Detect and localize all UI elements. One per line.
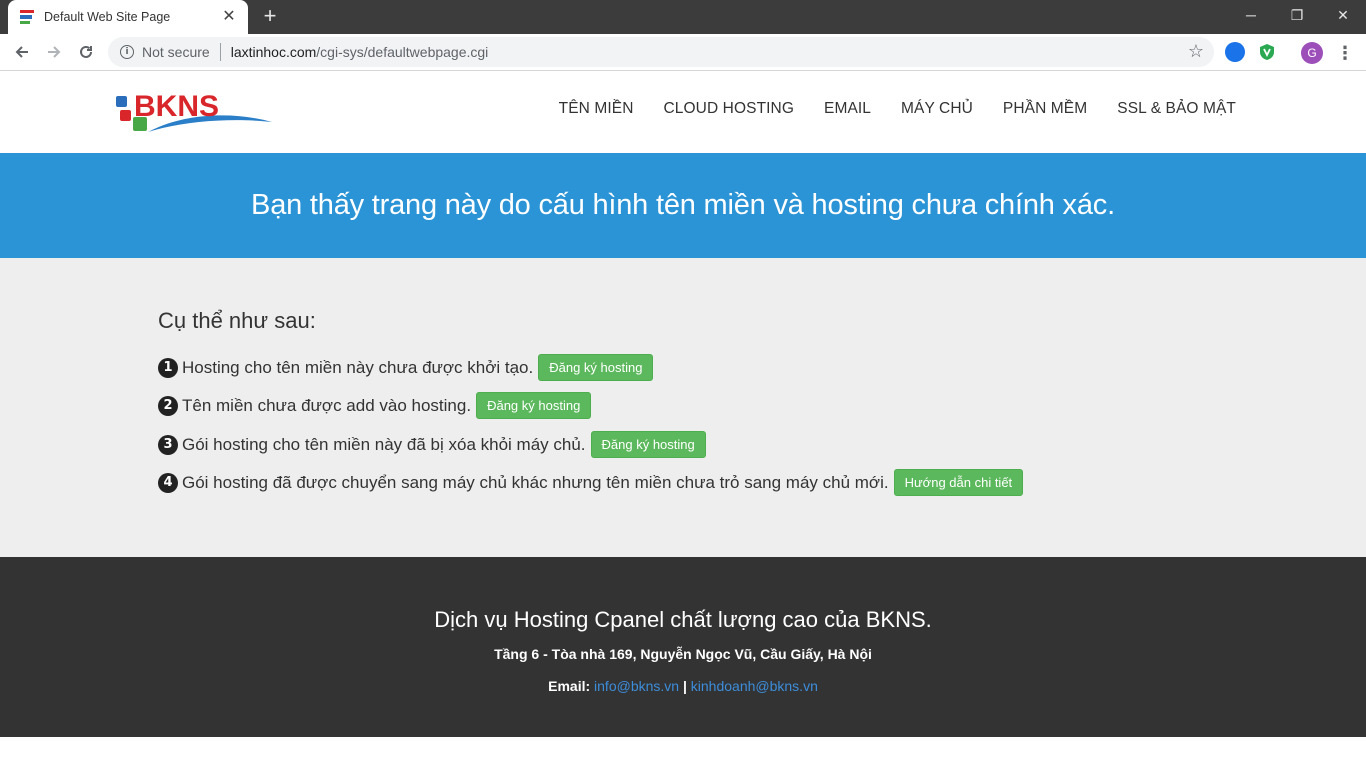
- extension-shield-icon[interactable]: [1257, 42, 1277, 62]
- back-button[interactable]: [9, 39, 35, 65]
- nav-servers[interactable]: MÁY CHỦ: [901, 100, 973, 118]
- number-3-icon: 3: [158, 434, 178, 455]
- main-content: Cụ thể như sau: 1 Hosting cho tên miền n…: [0, 258, 1366, 557]
- bkns-favicon-icon: [20, 9, 36, 25]
- banner-headline: Bạn thấy trang này do cấu hình tên miền …: [251, 189, 1115, 221]
- site-footer: Dịch vụ Hosting Cpanel chất lượng cao củ…: [0, 557, 1366, 737]
- register-hosting-button[interactable]: Đăng ký hosting: [476, 392, 592, 419]
- reload-icon: [80, 45, 92, 58]
- email-separator: |: [682, 678, 687, 694]
- tab-close-icon[interactable]: ✕: [220, 8, 238, 26]
- page-bottom: [0, 737, 1366, 768]
- bookmark-star-icon[interactable]: ☆: [1188, 41, 1204, 62]
- browser-tab[interactable]: Default Web Site Page ✕: [8, 0, 248, 34]
- extension-bookmark-icon[interactable]: [1225, 42, 1245, 62]
- browser-tab-strip: Default Web Site Page ✕ + ─ ❐ ✕: [0, 0, 1366, 34]
- window-close-button[interactable]: ✕: [1320, 0, 1366, 30]
- minimize-button[interactable]: ─: [1228, 0, 1274, 30]
- reason-item-2: 2 Tên miền chưa được add vào hosting. Đă…: [158, 392, 592, 419]
- browser-toolbar: i Not secure laxtinhoc.com/cgi-sys/defau…: [0, 34, 1366, 71]
- nav-domain[interactable]: TÊN MIỀN: [559, 100, 634, 118]
- hero-banner: Bạn thấy trang này do cấu hình tên miền …: [0, 153, 1366, 258]
- nav-software[interactable]: PHẦN MỀM: [1003, 100, 1087, 118]
- security-label: Not secure: [142, 44, 210, 60]
- arrow-left-icon: [15, 46, 28, 58]
- new-tab-button[interactable]: +: [258, 5, 282, 29]
- bkns-logo[interactable]: BKNS: [116, 88, 276, 136]
- reason-item-3: 3 Gói hosting cho tên miền này đã bị xóa…: [158, 431, 706, 458]
- number-2-icon: 2: [158, 395, 178, 416]
- reason-item-4: 4 Gói hosting đã được chuyển sang máy ch…: [158, 469, 1024, 496]
- footer-email-line: Email: info@bkns.vn | kinhdoanh@bkns.vn: [0, 678, 1366, 694]
- restore-button[interactable]: ❐: [1274, 0, 1320, 30]
- reason-text: Gói hosting đã được chuyển sang máy chủ …: [182, 472, 889, 492]
- arrow-right-icon: [48, 46, 61, 58]
- url-path: /cgi-sys/defaultwebpage.cgi: [316, 44, 489, 60]
- register-hosting-button[interactable]: Đăng ký hosting: [590, 431, 706, 458]
- register-hosting-button[interactable]: Đăng ký hosting: [538, 354, 654, 381]
- email-sales-link[interactable]: kinhdoanh@bkns.vn: [691, 678, 818, 694]
- site-header: BKNS TÊN MIỀN CLOUD HOSTING EMAIL MÁY CH…: [0, 72, 1366, 153]
- detailed-guide-button[interactable]: Hướng dẫn chi tiết: [893, 469, 1024, 496]
- omnibox-divider: [219, 43, 221, 61]
- url-domain: laxtinhoc.com: [230, 44, 317, 60]
- reload-button[interactable]: [73, 39, 99, 65]
- reason-text: Tên miền chưa được add vào hosting.: [182, 395, 472, 415]
- browser-menu-icon[interactable]: ⋮: [1336, 40, 1354, 66]
- profile-avatar[interactable]: G: [1301, 42, 1323, 64]
- url-text[interactable]: laxtinhoc.com/cgi-sys/defaultwebpage.cgi: [231, 44, 489, 60]
- tab-title: Default Web Site Page: [44, 10, 171, 24]
- reason-item-1: 1 Hosting cho tên miền này chưa được khở…: [158, 354, 654, 381]
- footer-title: Dịch vụ Hosting Cpanel chất lượng cao củ…: [434, 607, 932, 632]
- footer-address: Tầng 6 - Tòa nhà 169, Nguyễn Ngọc Vũ, Cầ…: [494, 646, 872, 662]
- info-icon[interactable]: i: [120, 45, 134, 59]
- nav-email[interactable]: EMAIL: [824, 100, 871, 118]
- content-heading: Cụ thể như sau:: [158, 308, 316, 333]
- logo-text: BKNS: [134, 90, 219, 123]
- nav-ssl-security[interactable]: SSL & BẢO MẬT: [1117, 100, 1236, 118]
- nav-cloud-hosting[interactable]: CLOUD HOSTING: [664, 100, 794, 118]
- address-bar[interactable]: i Not secure laxtinhoc.com/cgi-sys/defau…: [108, 37, 1214, 67]
- forward-button[interactable]: [41, 39, 67, 65]
- email-info-link[interactable]: info@bkns.vn: [594, 678, 679, 694]
- number-1-icon: 1: [158, 357, 178, 378]
- main-navigation: TÊN MIỀN CLOUD HOSTING EMAIL MÁY CHỦ PHẦ…: [529, 100, 1236, 118]
- number-4-icon: 4: [158, 472, 178, 493]
- reason-text: Gói hosting cho tên miền này đã bị xóa k…: [182, 434, 586, 454]
- reason-text: Hosting cho tên miền này chưa được khởi …: [182, 357, 534, 377]
- email-label: Email:: [548, 678, 591, 694]
